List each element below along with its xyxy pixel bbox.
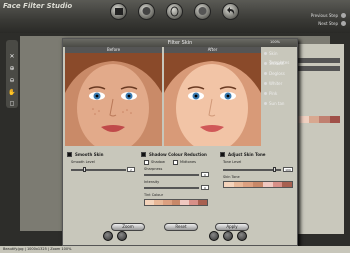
- face-button[interactable]: [138, 3, 155, 20]
- after-photo: [164, 53, 261, 146]
- smooth-level-label: Smooth Level: [71, 160, 95, 164]
- zoom-readout: 100%: [270, 40, 281, 44]
- skin-tone-label: Skin Tone: [223, 175, 240, 179]
- hand-icon[interactable]: ✋: [7, 89, 17, 97]
- filter-skin-dialog: Filter Skin 100% Before After Skin Templ…: [62, 38, 298, 246]
- option-degloss[interactable]: Degloss: [262, 69, 298, 78]
- bottom-nav-button[interactable]: [117, 231, 127, 241]
- makeup-button[interactable]: [194, 3, 211, 20]
- option-pink[interactable]: Pink: [262, 89, 298, 98]
- bottom-nav-button[interactable]: [223, 231, 233, 241]
- reset-button[interactable]: Reset: [164, 223, 198, 231]
- panel-field[interactable]: [298, 66, 340, 71]
- intensity-value[interactable]: 0: [201, 185, 209, 190]
- zoom-in-icon[interactable]: ⊕: [7, 65, 17, 73]
- option-whiter[interactable]: Whiter: [262, 79, 298, 88]
- sharpness-value[interactable]: 0: [201, 172, 209, 177]
- option-sun-tan[interactable]: Sun tan: [262, 99, 298, 108]
- bottom-nav-button[interactable]: [209, 231, 219, 241]
- midtones-label: Midtones: [180, 160, 196, 164]
- intensity-label: Intensity: [144, 180, 160, 184]
- dialog-title: Filter Skin: [63, 39, 297, 47]
- adjust-skin-tone-title: Adjust Skin Tone: [228, 152, 266, 157]
- bottom-nav-button[interactable]: [237, 231, 247, 241]
- shadow-radio[interactable]: [144, 160, 149, 165]
- midtones-radio[interactable]: [173, 160, 178, 165]
- fit-icon[interactable]: ◻: [7, 100, 17, 108]
- apply-button[interactable]: Apply: [215, 223, 249, 231]
- tool-panel: ✕ ⊕ ⊖ ✋ ◻: [6, 40, 18, 108]
- tone-level-knob[interactable]: [273, 167, 276, 172]
- sharpness-label: Sharpness: [144, 167, 163, 171]
- app-title: Face Filter Studio: [3, 2, 73, 10]
- bottom-nav-button[interactable]: [103, 231, 113, 241]
- shadow-label: Shadow: [151, 160, 165, 164]
- undo-button[interactable]: [222, 3, 239, 20]
- skin-options: Skin Templates Smooth Degloss Whiter Pin…: [262, 49, 298, 129]
- sharpness-slider[interactable]: [144, 174, 199, 176]
- option-skin-templates[interactable]: Skin Templates: [262, 49, 298, 65]
- open-photo-button[interactable]: [110, 3, 127, 20]
- smooth-skin-checkbox[interactable]: [67, 152, 72, 157]
- panel-field[interactable]: [298, 58, 340, 63]
- panel-swatches[interactable]: [298, 116, 340, 123]
- next-step-link[interactable]: Next Step: [318, 21, 338, 26]
- face-contour-button[interactable]: [166, 3, 183, 20]
- option-smooth[interactable]: Smooth: [262, 59, 298, 68]
- tone-level-label: Tone Level: [223, 160, 242, 164]
- skin-tone-swatches[interactable]: [223, 181, 293, 188]
- tint-colour-swatches[interactable]: [144, 199, 208, 206]
- previous-step-link[interactable]: Previous Step: [311, 13, 338, 18]
- smooth-level-slider[interactable]: [71, 169, 126, 171]
- right-panel: [294, 44, 344, 234]
- status-bar: Beautify.jpg | 1000x1325 | Zoom 100%: [0, 246, 350, 253]
- zoom-button[interactable]: Zoom: [111, 223, 145, 231]
- before-photo: [65, 53, 162, 146]
- shadow-reduction-checkbox[interactable]: [141, 152, 146, 157]
- smooth-level-value[interactable]: 2: [127, 167, 135, 172]
- zoom-out-icon[interactable]: ⊖: [7, 77, 17, 85]
- tone-level-value[interactable]: 100: [283, 167, 293, 172]
- top-toolbar: Face Filter Studio Previous Step Next St…: [0, 0, 350, 33]
- shadow-reduction-title: Shadow Colour Reduction: [149, 152, 207, 157]
- smooth-skin-title: Smooth Skin: [75, 152, 104, 157]
- tint-colour-label: Tint Colour: [144, 193, 164, 197]
- next-step-icon[interactable]: [341, 21, 346, 26]
- intensity-slider[interactable]: [144, 187, 199, 189]
- adjust-skin-tone-checkbox[interactable]: [220, 152, 225, 157]
- smooth-level-knob[interactable]: [83, 167, 86, 172]
- previous-step-icon[interactable]: [341, 13, 346, 18]
- close-icon[interactable]: ✕: [7, 53, 17, 61]
